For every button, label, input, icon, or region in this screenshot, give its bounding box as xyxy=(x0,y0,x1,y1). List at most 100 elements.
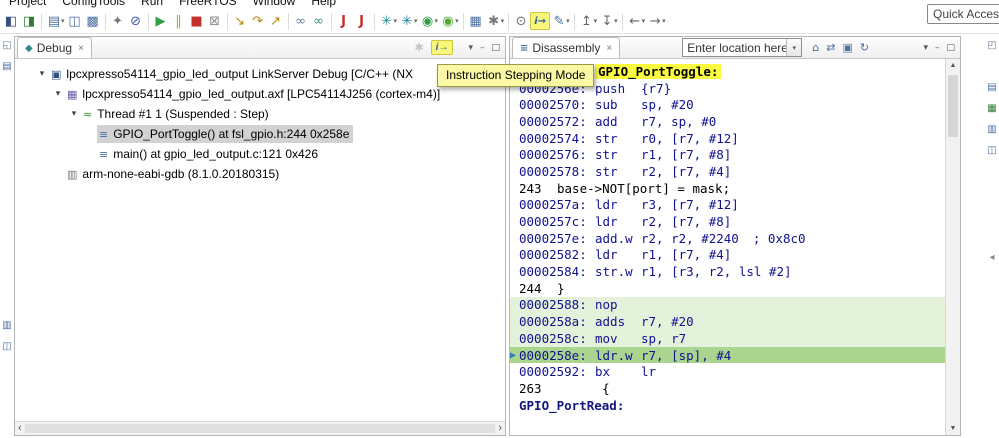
instruction-mnemonic: push xyxy=(595,80,626,96)
instruction-address: 0000257c: xyxy=(519,214,587,230)
scrollbar-thumb[interactable] xyxy=(948,75,958,137)
search-icon[interactable]: ⊙ xyxy=(512,12,530,30)
executable-icon: ▦ xyxy=(67,87,78,101)
debug-tree-row[interactable]: ▾ ▣ lpcxpresso54114_gpio_led_output LinkSe… xyxy=(15,64,505,84)
minimize-view-icon[interactable]: – xyxy=(480,43,485,53)
tree-item[interactable]: ≈ Thread #1 1 (Suspended : Step) xyxy=(81,105,273,123)
next-annotation-dropdown-icon[interactable]: ▾ xyxy=(614,17,618,25)
refresh-icon[interactable]: ↻ xyxy=(860,41,869,54)
new-wizard-dropdown-icon[interactable]: ▾ xyxy=(61,17,65,25)
step-return-icon[interactable]: ↗ xyxy=(267,12,285,30)
tab-disassembly[interactable]: ≡ Disassembly × xyxy=(512,37,621,58)
instruction-stepping-mode-icon[interactable]: i→ xyxy=(530,12,551,30)
step-into-icon[interactable]: ↘ xyxy=(231,12,249,30)
toolbar-separator xyxy=(41,12,42,30)
jlink-tool-1-icon[interactable]: J xyxy=(335,12,353,30)
minimized-view-1-icon[interactable]: ▤ xyxy=(2,61,11,72)
close-tab-icon[interactable]: × xyxy=(606,43,612,54)
disconnect-icon[interactable]: ⊠ xyxy=(206,12,224,30)
probe-discovery-dropdown-icon[interactable]: ▾ xyxy=(394,17,398,25)
instruction-address: 0000257e: xyxy=(519,230,587,246)
save-all-icon[interactable]: ▩ xyxy=(84,12,102,30)
instruction-comment: ; 0x8c0 xyxy=(752,230,806,246)
minimized-view-3-icon[interactable]: ◫ xyxy=(2,341,11,352)
debug-tree-row[interactable]: ▾ ▦ lpcxpresso54114_gpio_led_output.axf [L… xyxy=(15,84,505,104)
restore-views-icon[interactable]: ◱ xyxy=(2,40,11,51)
minimized-memory-icon[interactable]: ◫ xyxy=(987,145,996,156)
scrollbar-thumb[interactable] xyxy=(24,424,496,433)
scroll-right-icon[interactable]: › xyxy=(498,423,502,434)
source-line-text: base->NOT[port] = mask; xyxy=(557,180,731,196)
tree-expander-icon[interactable]: ▾ xyxy=(67,109,81,119)
tree-expander-icon[interactable]: ▾ xyxy=(35,69,49,79)
disassembly-toolbar: ⌂ ⇄ ▣ ↻ xyxy=(812,41,869,54)
home-icon[interactable]: ⌂ xyxy=(812,41,819,54)
debug-horizontal-scrollbar[interactable]: ‹ › xyxy=(15,421,505,435)
tree-item[interactable]: ≡ main() at gpio_led_output.c:121 0x426 xyxy=(97,145,322,163)
link-debug-icon[interactable]: ∞ xyxy=(310,12,328,30)
firmware-config-dropdown-icon[interactable]: ▾ xyxy=(414,17,418,25)
step-over-icon[interactable]: ↷ xyxy=(249,12,267,30)
tab-debug[interactable]: ◆ Debug × xyxy=(17,37,92,58)
location-combo[interactable]: Enter location here ▾ xyxy=(682,38,803,57)
source-line-text: } xyxy=(557,280,565,296)
minimized-outline-icon[interactable]: ▤ xyxy=(987,82,996,93)
disassembly-vertical-scrollbar[interactable]: ▲ ▼ xyxy=(945,59,960,435)
quick-launch-dropdown-icon[interactable]: ▾ xyxy=(455,17,459,25)
instruction-address: 0000257a: xyxy=(519,197,587,213)
quick-access-box[interactable]: Quick Access xyxy=(927,4,999,24)
open-debug-config-icon[interactable]: ◧ xyxy=(2,12,20,30)
tree-item[interactable]: ▦ lpcxpresso54114_gpio_led_output.axf [LP… xyxy=(65,85,444,103)
close-tab-icon[interactable]: × xyxy=(78,43,84,54)
back-history-dropdown-icon[interactable]: ▾ xyxy=(642,17,646,25)
maximize-view-icon[interactable]: □ xyxy=(946,43,955,53)
tree-item[interactable]: ▣ lpcxpresso54114_gpio_led_output LinkSer… xyxy=(49,65,417,83)
minimize-view-icon[interactable]: – xyxy=(935,43,940,53)
skip-all-breakpoints-icon[interactable]: ⊘ xyxy=(127,12,145,30)
preferences-dropdown-icon[interactable]: ▾ xyxy=(501,17,505,25)
scroll-left-icon[interactable]: ‹ xyxy=(18,423,22,434)
instruction-stepping-button[interactable]: i→ xyxy=(430,40,454,55)
save-icon[interactable]: ◫ xyxy=(66,12,84,30)
tree-item-label: lpcxpresso54114_gpio_led_output LinkServ… xyxy=(66,67,414,81)
disabled-tool-icon: ✱ xyxy=(414,41,424,54)
maximize-view-icon[interactable]: □ xyxy=(491,43,500,53)
tab-debug-label: Debug xyxy=(36,41,73,55)
stack-frame-icon: ≡ xyxy=(99,127,109,141)
link-with-editor-icon[interactable]: ∞ xyxy=(292,12,310,30)
tree-expander-icon[interactable]: ▾ xyxy=(51,89,65,99)
debug-tree-row[interactable]: ≡ main() at gpio_led_output.c:121 0x426 xyxy=(15,144,505,164)
track-pc-icon[interactable]: ▣ xyxy=(842,41,852,54)
forward-history-dropdown-icon[interactable]: ▾ xyxy=(662,17,666,25)
scroll-down-icon[interactable]: ▼ xyxy=(946,425,960,432)
previous-annotation-dropdown-icon[interactable]: ▾ xyxy=(594,17,598,25)
open-run-config-icon[interactable]: ◨ xyxy=(20,12,38,30)
restore-views-icon[interactable]: ◰ xyxy=(987,40,996,51)
view-menu-icon[interactable]: ▾ xyxy=(468,43,473,53)
build-icon[interactable]: ✦ xyxy=(109,12,127,30)
jlink-tool-2-icon[interactable]: J xyxy=(353,12,371,30)
debug-tree-row[interactable]: ▥ arm-none-eabi-gdb (8.1.0.20180315) xyxy=(15,164,505,184)
instruction-mnemonic: bx xyxy=(595,364,611,380)
minimized-registers-icon[interactable]: ▦ xyxy=(987,103,996,114)
restore-arrow-icon[interactable]: ◂ xyxy=(989,252,994,263)
instruction-mnemonic: add xyxy=(595,113,618,129)
instruction-mnemonic: str xyxy=(595,163,618,179)
annotate-dropdown-icon[interactable]: ▾ xyxy=(566,17,570,25)
debug-tree-row[interactable]: ≡ GPIO_PortToggle() at fsl_gpio.h:244 0x2… xyxy=(15,124,505,144)
tree-item[interactable]: ≡ GPIO_PortToggle() at fsl_gpio.h:244 0x2… xyxy=(97,125,354,143)
resume-icon[interactable]: ▶ xyxy=(152,12,170,30)
debug-tree-row[interactable]: ▾ ≈ Thread #1 1 (Suspended : Step) xyxy=(15,104,505,124)
scroll-up-icon[interactable]: ▲ xyxy=(946,62,960,69)
suspend-icon[interactable]: ‖ xyxy=(170,12,188,30)
sync-with-debugger-icon[interactable]: ⇄ xyxy=(826,41,835,54)
terminate-icon[interactable]: ■ xyxy=(188,12,206,30)
location-input[interactable]: Enter location here xyxy=(683,41,786,55)
minimized-peripherals-icon[interactable]: ▥ xyxy=(987,124,996,135)
view-menu-icon[interactable]: ▾ xyxy=(923,43,928,53)
minimized-view-2-icon[interactable]: ▥ xyxy=(2,320,11,331)
gui-flash-tool-dropdown-icon[interactable]: ▾ xyxy=(435,17,439,25)
combo-dropdown-icon[interactable]: ▾ xyxy=(786,39,802,56)
memory-tool-icon[interactable]: ▦ xyxy=(467,12,485,30)
tree-item[interactable]: ▥ arm-none-eabi-gdb (8.1.0.20180315) xyxy=(65,165,283,183)
